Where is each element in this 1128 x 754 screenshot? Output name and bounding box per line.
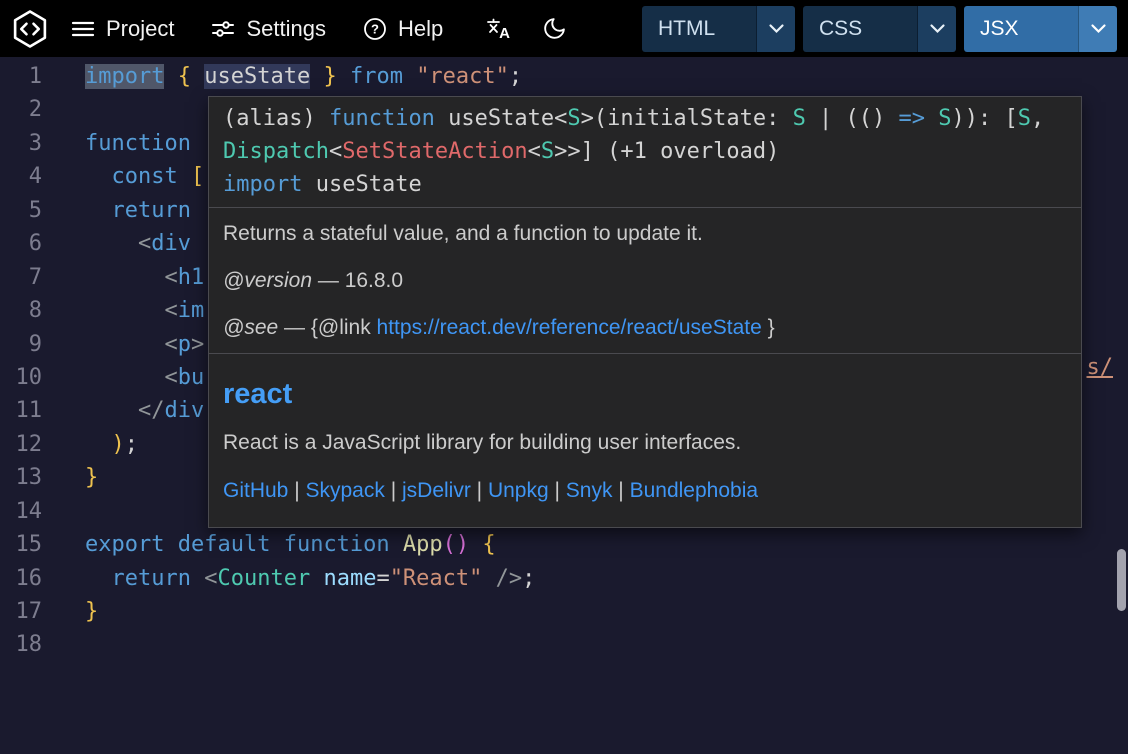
- line-number: 3: [0, 127, 42, 160]
- hover-docs: Returns a stateful value, and a function…: [209, 208, 1081, 353]
- hover-doc-see: @see — {@link https://react.dev/referenc…: [223, 315, 1067, 340]
- version-value: 16.8.0: [345, 269, 403, 292]
- menu-settings-label: Settings: [246, 16, 326, 42]
- hover-doc-version: @version — 16.8.0: [223, 268, 1067, 293]
- line-number: 7: [0, 261, 42, 294]
- menu-project-label: Project: [106, 16, 174, 42]
- line-number: 11: [0, 394, 42, 427]
- vertical-scrollbar[interactable]: [1117, 549, 1126, 611]
- line-number: 16: [0, 562, 42, 595]
- translate-button[interactable]: A: [486, 17, 512, 41]
- gutter: 123456789101112131415161718: [0, 60, 42, 662]
- code-line[interactable]: [85, 628, 1112, 661]
- code-line[interactable]: export default function App() {: [85, 528, 1112, 561]
- hover-tooltip: (alias) function useState<S>(initialStat…: [208, 96, 1082, 528]
- editor-tabs: HTML CSS JSX: [642, 6, 1117, 52]
- line-number: 8: [0, 294, 42, 327]
- line-number: 5: [0, 194, 42, 227]
- chevron-down-icon[interactable]: [756, 6, 795, 52]
- package-link-jsdelivr[interactable]: jsDelivr: [402, 479, 471, 502]
- package-description: React is a JavaScript library for buildi…: [223, 430, 1067, 455]
- link-separator: |: [288, 479, 305, 502]
- link-separator: |: [385, 479, 402, 502]
- line-number: 10: [0, 361, 42, 394]
- chevron-down-icon[interactable]: [1078, 6, 1117, 52]
- package-link-unpkg[interactable]: Unpkg: [488, 479, 549, 502]
- line-number: 12: [0, 428, 42, 461]
- menu-help-label: Help: [398, 16, 443, 42]
- sliders-icon: [211, 17, 235, 41]
- package-link-github[interactable]: GitHub: [223, 479, 288, 502]
- line-number: 9: [0, 328, 42, 361]
- package-name-link[interactable]: react: [223, 378, 292, 410]
- package-info: react React is a JavaScript library for …: [209, 354, 1081, 503]
- line-number: 18: [0, 628, 42, 661]
- menu-project[interactable]: Project: [71, 16, 174, 42]
- line-number: 13: [0, 461, 42, 494]
- line-number: 17: [0, 595, 42, 628]
- code-line[interactable]: }: [85, 595, 1112, 628]
- link-separator: |: [549, 479, 566, 502]
- line-number: 4: [0, 160, 42, 193]
- tab-html-label[interactable]: HTML: [642, 6, 756, 52]
- moon-icon: [542, 16, 567, 41]
- translate-icon: A: [486, 17, 512, 41]
- code-line[interactable]: import { useState } from "react";: [85, 60, 1112, 93]
- package-link-skypack[interactable]: Skypack: [305, 479, 384, 502]
- menu-settings[interactable]: Settings: [211, 16, 326, 42]
- theme-toggle-button[interactable]: [542, 16, 567, 41]
- see-tag: @see: [223, 316, 278, 339]
- line-number: 14: [0, 495, 42, 528]
- menu-help[interactable]: ? Help: [363, 16, 443, 42]
- help-circle-icon: ?: [363, 17, 387, 41]
- hamburger-icon: [71, 19, 95, 39]
- usestate-docs-link[interactable]: https://react.dev/reference/react/useSta…: [377, 316, 762, 339]
- package-link-snyk[interactable]: Snyk: [566, 479, 613, 502]
- line-number: 15: [0, 528, 42, 561]
- signature-line: (alias) function useState<S>(initialStat…: [223, 102, 1067, 135]
- code-line[interactable]: return <Counter name="React" />;: [85, 562, 1112, 595]
- package-links: GitHub | Skypack | jsDelivr | Unpkg | Sn…: [223, 478, 1067, 503]
- chevron-down-icon[interactable]: [917, 6, 956, 52]
- app-logo-icon[interactable]: [9, 8, 51, 50]
- package-link-bundlephobia[interactable]: Bundlephobia: [630, 479, 758, 502]
- signature-line: Dispatch<SetStateAction<S>>] (+1 overloa…: [223, 135, 1067, 168]
- tab-jsx-label[interactable]: JSX: [964, 6, 1078, 52]
- line-number: 2: [0, 93, 42, 126]
- svg-text:?: ?: [371, 21, 379, 36]
- tab-css[interactable]: CSS: [803, 6, 956, 52]
- signature-line: import useState: [223, 168, 1067, 201]
- version-tag: @version: [223, 269, 312, 292]
- wrapped-string-fragment: s/: [1087, 351, 1114, 384]
- link-separator: |: [612, 479, 629, 502]
- tab-jsx[interactable]: JSX: [964, 6, 1117, 52]
- link-separator: |: [471, 479, 488, 502]
- line-number: 6: [0, 227, 42, 260]
- topbar: Project Settings ? Help A: [0, 0, 1128, 57]
- hover-doc-summary: Returns a stateful value, and a function…: [223, 221, 1067, 246]
- hover-signature: (alias) function useState<S>(initialStat…: [209, 97, 1081, 207]
- tab-html[interactable]: HTML: [642, 6, 795, 52]
- svg-text:A: A: [499, 25, 510, 41]
- tab-css-label[interactable]: CSS: [803, 6, 917, 52]
- line-number: 1: [0, 60, 42, 93]
